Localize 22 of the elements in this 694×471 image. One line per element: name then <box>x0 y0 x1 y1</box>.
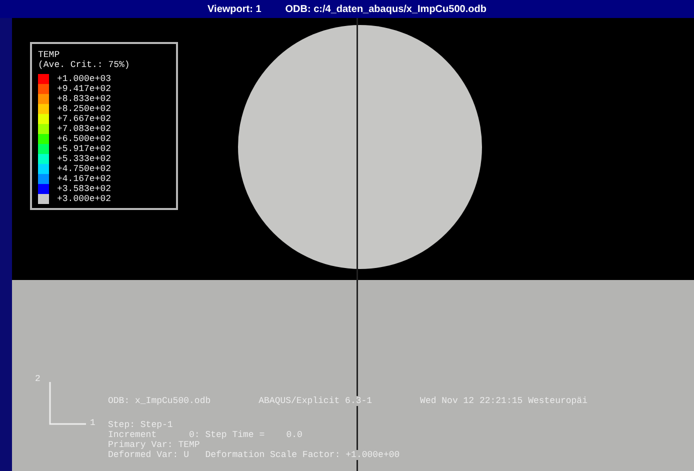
viewport-label: Viewport: 1 <box>208 4 262 14</box>
legend-value: +9.417e+02 <box>57 84 112 94</box>
odb-path: ODB: c:/4_daten_abaqus/x_ImpCu500.odb <box>285 4 486 14</box>
legend-criterion: (Ave. Crit.: 75%) <box>38 60 131 70</box>
legend-value: +8.833e+02 <box>57 94 112 104</box>
legend-value: +5.917e+02 <box>57 144 112 154</box>
axis-label: 2 <box>35 374 40 384</box>
legend-value: +4.750e+02 <box>57 164 112 174</box>
legend-value: +7.083e+02 <box>57 124 112 134</box>
date-time: Wed Nov 12 22:21:15 Westeuropäi <box>420 396 588 406</box>
legend-value: +4.167e+02 <box>57 174 112 184</box>
legend-title: TEMP <box>38 50 61 60</box>
odb-name: ODB: x_ImpCu500.odb <box>108 396 211 406</box>
legend-value: +8.250e+02 <box>57 104 112 114</box>
solver-version: ABAQUS/Explicit 6.3-1 <box>258 396 372 406</box>
legend-value: +5.333e+02 <box>57 154 112 164</box>
legend-value: +7.667e+02 <box>57 114 112 124</box>
legend-value: +3.583e+02 <box>57 184 112 194</box>
legend-value: +3.000e+02 <box>57 194 112 204</box>
axis-label: 1 <box>90 418 96 428</box>
legend-value: +6.500e+02 <box>57 134 112 144</box>
legend-value: +1.000e+03 <box>57 74 112 84</box>
